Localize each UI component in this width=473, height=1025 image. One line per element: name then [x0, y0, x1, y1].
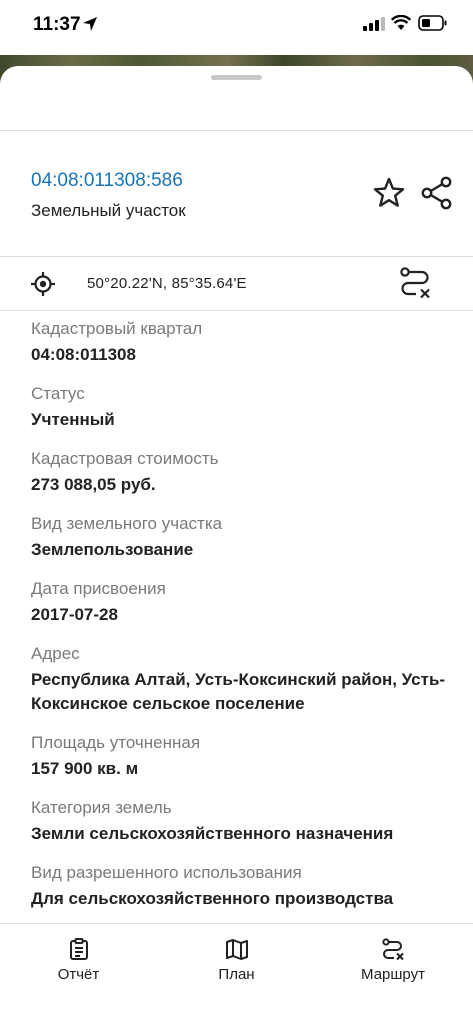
- field-address: Адрес Республика Алтай, Усть-Коксинский …: [31, 643, 461, 716]
- cadastral-number-link[interactable]: 04:08:011308:586: [31, 170, 183, 192]
- field-cadastral-quarter: Кадастровый квартал 04:08:011308: [31, 318, 461, 367]
- field-label: Адрес: [31, 644, 80, 663]
- sheet-drag-handle[interactable]: [211, 75, 262, 80]
- divider: [0, 310, 473, 311]
- details-list[interactable]: Кадастровый квартал 04:08:011308 Статус …: [31, 318, 461, 923]
- signal-icon: [363, 17, 385, 31]
- plan-tab[interactable]: План: [188, 924, 285, 1025]
- target-icon[interactable]: [30, 271, 56, 297]
- details-sheet: 04:08:011308:586 Земельный участок 50°20…: [0, 66, 473, 1025]
- plan-tab-label: План: [218, 966, 255, 983]
- field-value: Для сельскохозяйственного производства: [31, 889, 394, 908]
- field-value: 04:08:011308: [31, 345, 136, 364]
- field-value: Земли сельскохозяйственного назначения: [31, 824, 394, 843]
- route-tab-label: Маршрут: [361, 966, 425, 983]
- field-value: Республика Алтай, Усть-Коксинский район,…: [31, 670, 446, 713]
- battery-icon: [418, 15, 447, 31]
- route-tab[interactable]: Маршрут: [343, 924, 443, 1025]
- field-label: Вид земельного участка: [31, 514, 223, 533]
- share-icon[interactable]: [419, 176, 455, 210]
- field-value: 2017-07-28: [31, 605, 118, 624]
- field-label: Дата присвоения: [31, 579, 166, 598]
- field-assignment-date: Дата присвоения 2017-07-28: [31, 578, 461, 627]
- report-tab[interactable]: Отчёт: [30, 924, 127, 1025]
- report-icon: [70, 938, 88, 960]
- field-label: Категория земель: [31, 798, 172, 817]
- wifi-icon: [391, 15, 411, 30]
- bottom-navigation: Отчёт План Маршрут: [0, 923, 473, 1025]
- map-icon: [226, 939, 248, 960]
- field-cadastral-value: Кадастровая стоимость 273 088,05 руб.: [31, 448, 461, 497]
- field-label: Кадастровая стоимость: [31, 449, 219, 468]
- field-status: Статус Учтенный: [31, 383, 461, 432]
- object-type-label: Земельный участок: [31, 201, 186, 220]
- field-label: Кадастровый квартал: [31, 319, 203, 338]
- star-icon[interactable]: [372, 176, 406, 210]
- location-arrow-icon: [83, 17, 97, 31]
- field-value: 157 900 кв. м: [31, 759, 139, 778]
- report-tab-label: Отчёт: [57, 966, 100, 983]
- divider: [0, 130, 473, 131]
- route-icon: [382, 938, 404, 961]
- field-label: Вид разрешенного использования: [31, 863, 302, 882]
- field-value: Учтенный: [31, 410, 115, 429]
- field-label: Статус: [31, 384, 85, 403]
- field-land-type: Вид земельного участка Землепользование: [31, 513, 461, 562]
- status-time: 11:37: [33, 14, 81, 35]
- field-permitted-use: Вид разрешенного использования Для сельс…: [31, 862, 461, 911]
- status-bar: 11:37: [0, 0, 473, 55]
- field-land-category: Категория земель Земли сельскохозяйствен…: [31, 797, 461, 846]
- coordinates-text[interactable]: 50°20.22'N, 85°35.64'E: [87, 275, 247, 292]
- field-label: Площадь уточненная: [31, 733, 201, 752]
- field-area: Площадь уточненная 157 900 кв. м: [31, 732, 461, 781]
- field-value: 273 088,05 руб.: [31, 475, 156, 494]
- field-value: Землепользование: [31, 540, 194, 559]
- route-clear-icon[interactable]: [398, 266, 432, 300]
- divider: [0, 256, 473, 257]
